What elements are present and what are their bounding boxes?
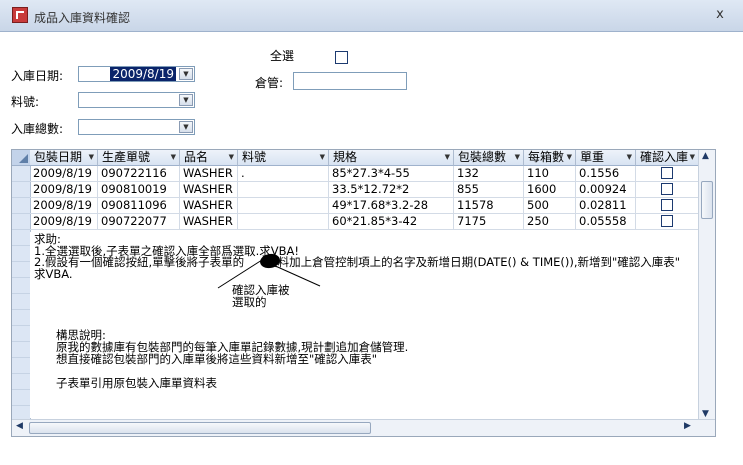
confirm-checkbox[interactable]	[661, 183, 673, 195]
cell-total[interactable]: 11578	[454, 198, 524, 214]
cell-total[interactable]: 7175	[454, 214, 524, 230]
cell-confirm	[636, 166, 699, 182]
cell-name[interactable]: WASHER	[180, 182, 238, 198]
cell-per-box[interactable]: 250	[524, 214, 576, 230]
cell-per-box[interactable]: 1600	[524, 182, 576, 198]
cell-order[interactable]: 090810019	[98, 182, 180, 198]
horizontal-scrollbar[interactable]: ◀ ▶	[12, 419, 715, 436]
note-line: 求VBA.	[34, 266, 73, 281]
close-icon[interactable]: x	[713, 8, 727, 22]
cell-name[interactable]: WASHER	[180, 166, 238, 182]
column-header[interactable]: 品名 ▼	[180, 150, 238, 166]
total-value	[172, 120, 176, 134]
warehouse-input[interactable]	[293, 72, 407, 90]
scroll-thumb[interactable]	[29, 422, 371, 434]
scroll-thumb[interactable]	[701, 181, 713, 219]
cell-date[interactable]: 2009/8/19	[30, 182, 98, 198]
cell-weight[interactable]: 0.02811	[576, 198, 636, 214]
cell-part[interactable]	[238, 214, 329, 230]
column-header[interactable]: 生產單號 ▼	[98, 150, 180, 166]
chevron-down-icon[interactable]: ▼	[179, 68, 193, 80]
cell-spec[interactable]: 60*21.85*3-42	[329, 214, 454, 230]
note-line: 子表單引用原包裝入庫單資料表	[56, 376, 217, 390]
date-label: 入庫日期:	[11, 69, 64, 83]
subform-datasheet: 包裝日期 ▼ 生產單號 ▼ 品名 ▼ 料號 ▼ 規格 ▼ 包裝總數 ▼ 每箱數 ▼ 單重 ▼ 確…	[11, 149, 716, 437]
date-value: 2009/8/19	[110, 67, 176, 81]
select-all-label: 全選	[270, 49, 295, 63]
cell-confirm	[636, 214, 699, 230]
cell-date[interactable]: 2009/8/19	[30, 166, 98, 182]
cell-per-box[interactable]: 500	[524, 198, 576, 214]
confirm-checkbox[interactable]	[661, 167, 673, 179]
cell-per-box[interactable]: 110	[524, 166, 576, 182]
cell-weight[interactable]: 0.00924	[576, 182, 636, 198]
note-line: 2.假設有一個確認按紐,單擊後將子表單的 資料加上倉管控制項上的名字及新增日期(D…	[34, 255, 681, 269]
scroll-down-icon[interactable]: ▼	[702, 409, 709, 419]
grid-header: 包裝日期 ▼ 生產單號 ▼ 品名 ▼ 料號 ▼ 規格 ▼ 包裝總數 ▼ 每箱數 ▼ 單重 ▼ 確…	[30, 150, 699, 166]
part-label: 料號:	[11, 95, 40, 109]
column-header[interactable]: 規格 ▼	[329, 150, 454, 166]
access-form-icon	[12, 7, 28, 23]
scroll-right-icon[interactable]: ▶	[684, 421, 691, 431]
cell-confirm	[636, 182, 699, 198]
cell-weight[interactable]: 0.05558	[576, 214, 636, 230]
cell-date[interactable]: 2009/8/19	[30, 198, 98, 214]
cell-part[interactable]: .	[238, 166, 329, 182]
cell-spec[interactable]: 33.5*12.72*2	[329, 182, 454, 198]
cell-part[interactable]	[238, 182, 329, 198]
column-header[interactable]: 每箱數 ▼	[524, 150, 576, 166]
warehouse-label: 倉管:	[255, 76, 284, 90]
cell-order[interactable]: 090722077	[98, 214, 180, 230]
total-label: 入庫總數:	[11, 122, 64, 136]
note-line: 想直接確認包裝部門的入庫單後將這些資料新增至"確認入庫表"	[56, 352, 378, 366]
total-combo[interactable]: ▼	[78, 119, 195, 135]
cell-weight[interactable]: 0.1556	[576, 166, 636, 182]
table-row[interactable]: 2009/8/19 090810019 WASHER 33.5*12.72*2 …	[30, 182, 699, 198]
date-combo[interactable]: 2009/8/19 ▼	[78, 66, 195, 82]
chevron-down-icon[interactable]: ▼	[179, 121, 193, 133]
part-value	[172, 93, 176, 107]
cell-spec[interactable]: 49*17.68*3.2-28	[329, 198, 454, 214]
column-header[interactable]: 確認入庫 ▼	[636, 150, 699, 166]
vertical-scrollbar[interactable]: ▲ ▼	[698, 150, 715, 420]
grid-rows: 2009/8/19 090722116 WASHER . 85*27.3*4-5…	[30, 166, 699, 230]
cell-total[interactable]: 855	[454, 182, 524, 198]
cell-total[interactable]: 132	[454, 166, 524, 182]
table-row[interactable]: 2009/8/19 090722077 WASHER 60*21.85*3-42…	[30, 214, 699, 230]
table-row[interactable]: 2009/8/19 090811096 WASHER 49*17.68*3.2-…	[30, 198, 699, 214]
column-header[interactable]: 包裝總數 ▼	[454, 150, 524, 166]
cell-order[interactable]: 090811096	[98, 198, 180, 214]
select-all-checkbox[interactable]	[335, 51, 348, 64]
column-header[interactable]: 包裝日期 ▼	[30, 150, 98, 166]
column-header[interactable]: 料號 ▼	[238, 150, 329, 166]
cell-part[interactable]	[238, 198, 329, 214]
confirm-checkbox[interactable]	[661, 215, 673, 227]
cell-name[interactable]: WASHER	[180, 198, 238, 214]
window-title: 成品入庫資料確認	[34, 11, 131, 25]
cell-spec[interactable]: 85*27.3*4-55	[329, 166, 454, 182]
confirm-checkbox[interactable]	[661, 199, 673, 211]
cell-order[interactable]: 090722116	[98, 166, 180, 182]
select-all-records-button[interactable]	[12, 150, 30, 166]
record-selector-column	[12, 150, 31, 436]
scroll-up-icon[interactable]: ▲	[702, 151, 709, 161]
chevron-down-icon[interactable]: ▼	[179, 94, 193, 106]
scroll-left-icon[interactable]: ◀	[16, 421, 23, 431]
cell-name[interactable]: WASHER	[180, 214, 238, 230]
form-body: 全選 入庫日期: 2009/8/19 ▼ 倉管: 料號: ▼ 入庫總數: ▼ 包…	[0, 32, 743, 465]
column-header[interactable]: 單重 ▼	[576, 150, 636, 166]
cell-confirm	[636, 198, 699, 214]
cell-date[interactable]: 2009/8/19	[30, 214, 98, 230]
title-bar: 成品入庫資料確認 x	[0, 0, 743, 32]
pasted-note: 求助: 1.全選選取後,子表單之確認入庫全部爲選取.求VBA! 2.假設有一個確…	[30, 232, 702, 418]
table-row[interactable]: 2009/8/19 090722116 WASHER . 85*27.3*4-5…	[30, 166, 699, 182]
callout-line-2: 選取的	[232, 295, 267, 309]
part-combo[interactable]: ▼	[78, 92, 195, 108]
